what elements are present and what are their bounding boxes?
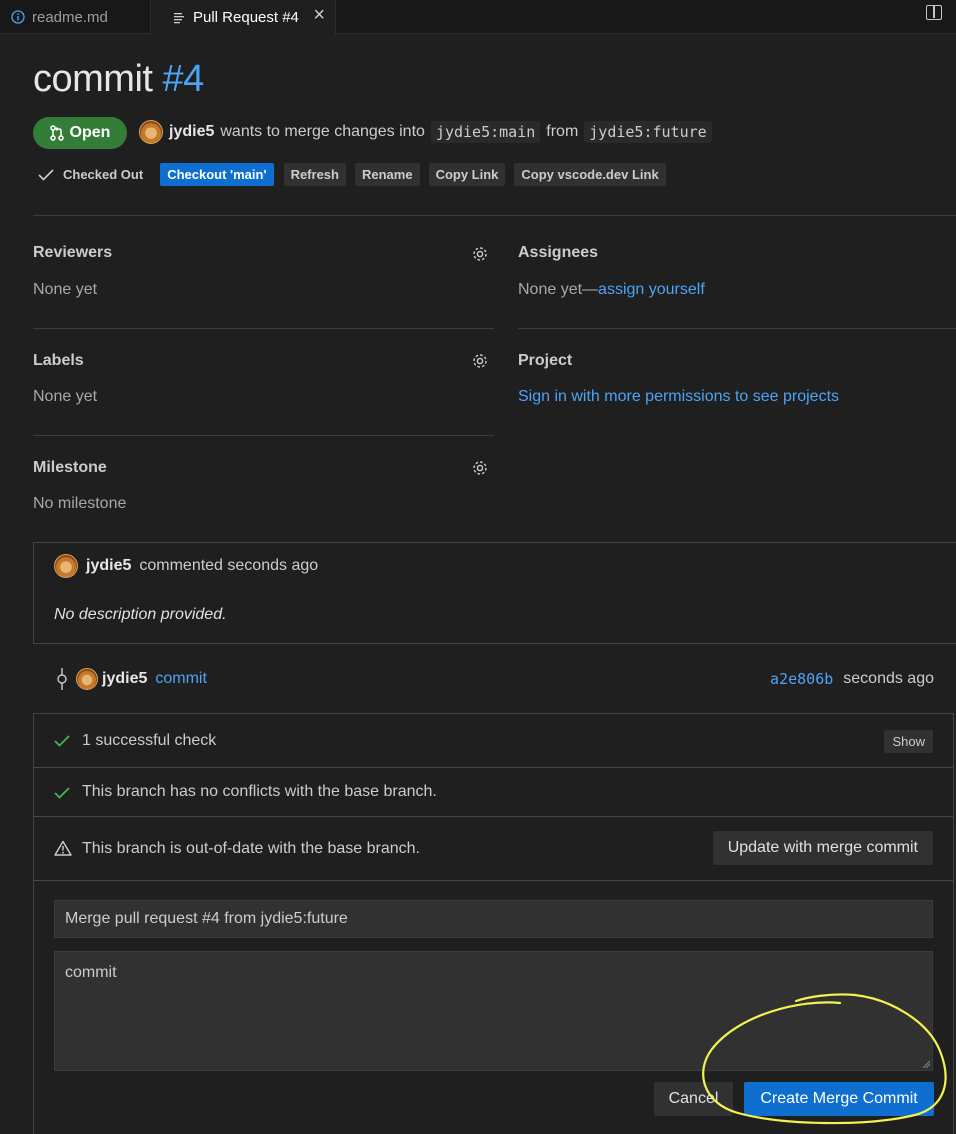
- commit-meta: a2e806b seconds ago: [770, 670, 934, 688]
- merge-description-text: commit: [65, 964, 117, 981]
- reviewers-value: None yet: [33, 281, 98, 298]
- avatar: [54, 554, 78, 578]
- comment-card: jydie5 commented seconds ago No descript…: [33, 542, 956, 644]
- close-icon[interactable]: ×: [313, 4, 325, 27]
- merge-description-textarea[interactable]: commit: [54, 951, 933, 1071]
- comment-header: jydie5 commented seconds ago: [54, 554, 318, 578]
- tab-pull-request[interactable]: Pull Request #4 ×: [151, 0, 336, 35]
- rename-button[interactable]: Rename: [354, 163, 420, 186]
- show-checks-button[interactable]: Show: [884, 730, 933, 753]
- comment-meta: commented seconds ago: [139, 557, 319, 574]
- avatar: [139, 120, 163, 144]
- pr-number-link[interactable]: #4: [163, 58, 205, 100]
- refresh-button[interactable]: Refresh: [283, 163, 346, 186]
- pr-merge-info: jydie5 wants to merge changes into jydie…: [139, 120, 712, 144]
- warning-icon: [54, 840, 72, 856]
- copy-link-button[interactable]: Copy Link: [428, 163, 506, 186]
- page-title: commit #4: [33, 58, 204, 101]
- from-text: from: [546, 123, 579, 140]
- head-branch: jydie5:future: [584, 121, 712, 143]
- assign-yourself-link[interactable]: assign yourself: [598, 281, 705, 298]
- checks-text: 1 successful check: [82, 732, 217, 749]
- merge-text: wants to merge changes into: [220, 123, 425, 140]
- tab-readme[interactable]: readme.md: [0, 0, 151, 34]
- divider: [518, 328, 956, 329]
- pull-request-icon: [49, 125, 64, 141]
- base-branch: jydie5:main: [430, 121, 541, 143]
- info-icon: [10, 10, 26, 24]
- cancel-button[interactable]: Cancel: [654, 1082, 733, 1116]
- checked-out-label: Checked Out: [63, 167, 144, 182]
- project-signin-link[interactable]: Sign in with more permissions to see pro…: [518, 388, 839, 406]
- reviewers-heading: Reviewers: [33, 244, 113, 261]
- commit-row: jydie5 commit a2e806b seconds ago: [54, 667, 934, 691]
- merge-title-input[interactable]: Merge pull request #4 from jydie5:future: [54, 900, 933, 938]
- project-heading: Project: [518, 352, 573, 369]
- commit-time: seconds ago: [843, 670, 934, 687]
- no-conflicts-text: This branch has no conflicts with the ba…: [82, 783, 437, 800]
- assignees-value-row: None yet—assign yourself: [518, 281, 705, 299]
- divider: [33, 215, 956, 216]
- merge-panel: 1 successful check Show This branch has …: [33, 713, 954, 1134]
- commit-message-link[interactable]: commit: [155, 670, 207, 688]
- divider: [33, 435, 494, 436]
- milestone-value: No milestone: [33, 495, 127, 512]
- comment-author-link[interactable]: jydie5: [86, 557, 131, 575]
- check-icon: [54, 787, 70, 799]
- pr-title: commit: [33, 58, 153, 100]
- checkout-main-button[interactable]: Checkout 'main': [160, 163, 274, 186]
- milestone-heading: Milestone: [33, 459, 107, 476]
- author-link[interactable]: jydie5: [169, 123, 214, 141]
- assignees-heading: Assignees: [518, 244, 599, 261]
- gear-icon[interactable]: [471, 352, 489, 370]
- editor-tab-bar: readme.md Pull Request #4 ×: [0, 0, 956, 35]
- gear-icon[interactable]: [471, 245, 489, 263]
- status-text: Open: [69, 124, 111, 141]
- split-editor-icon[interactable]: [926, 5, 942, 20]
- commit-author-link[interactable]: jydie5: [102, 670, 147, 688]
- divider: [33, 328, 494, 329]
- no-conflicts-row: This branch has no conflicts with the ba…: [34, 768, 953, 817]
- create-merge-commit-button[interactable]: Create Merge Commit: [744, 1082, 934, 1116]
- labels-heading: Labels: [33, 352, 84, 369]
- git-commit-icon: [57, 668, 67, 690]
- tab-label: Pull Request #4: [193, 9, 299, 26]
- copy-vscode-link-button[interactable]: Copy vscode.dev Link: [514, 163, 666, 186]
- gear-icon[interactable]: [471, 459, 489, 477]
- pr-actions: Checked Out Checkout 'main' Refresh Rena…: [38, 163, 666, 186]
- tab-label: readme.md: [32, 8, 108, 26]
- check-icon: [38, 168, 54, 181]
- pull-request-file-icon: [171, 11, 187, 24]
- update-with-merge-commit-button[interactable]: Update with merge commit: [712, 831, 933, 865]
- commit-sha-link[interactable]: a2e806b: [770, 670, 833, 688]
- check-icon: [54, 735, 70, 747]
- resize-handle-icon[interactable]: [922, 1060, 930, 1068]
- assignees-value: None yet—: [518, 281, 599, 298]
- checked-out-indicator: Checked Out: [38, 167, 143, 182]
- status-badge: Open: [33, 117, 127, 149]
- checks-row: 1 successful check Show: [34, 714, 953, 768]
- out-of-date-text: This branch is out-of-date with the base…: [82, 840, 420, 857]
- labels-value: None yet: [33, 388, 98, 405]
- avatar: [76, 668, 98, 690]
- comment-body: No description provided.: [54, 606, 227, 623]
